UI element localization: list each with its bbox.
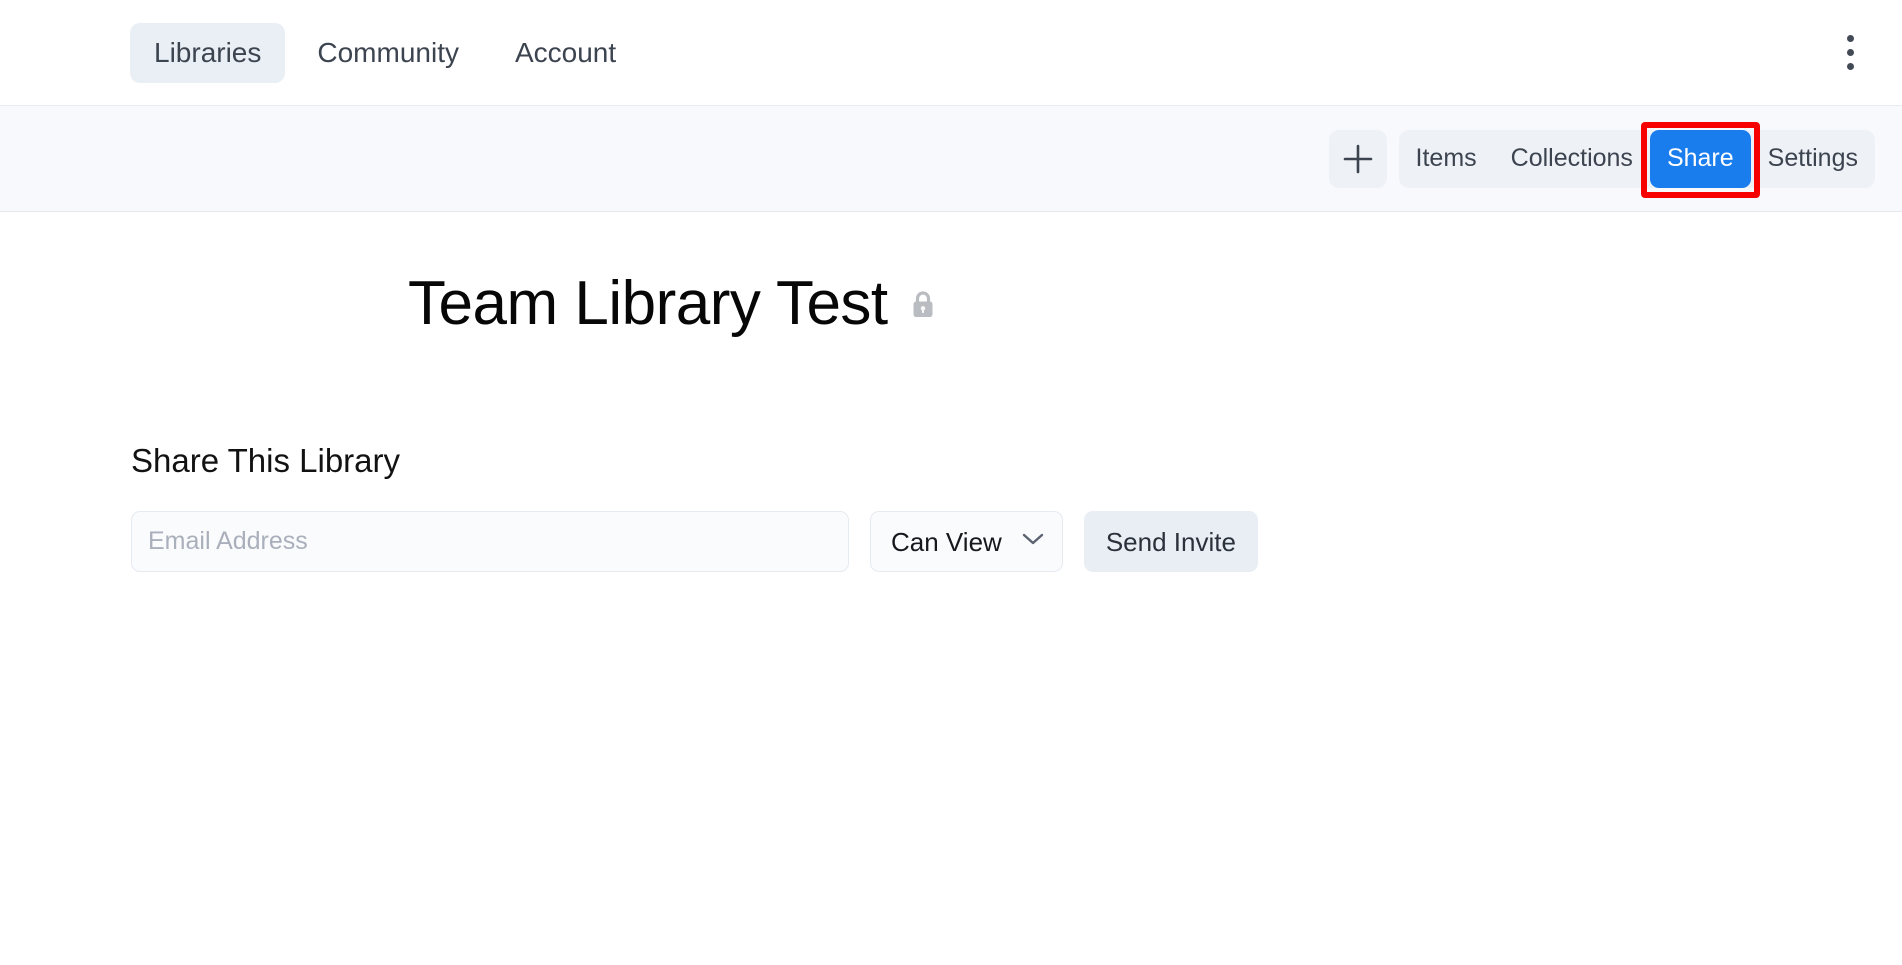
nav-tab-community[interactable]: Community — [293, 23, 483, 83]
toolbar-tab-collections[interactable]: Collections — [1494, 130, 1650, 188]
kebab-dot-1 — [1846, 35, 1854, 42]
toolbar-tab-share-label: Share — [1666, 144, 1734, 172]
kebab-dot-3 — [1846, 63, 1854, 70]
email-input[interactable] — [131, 511, 849, 573]
add-button[interactable] — [1328, 129, 1387, 188]
send-invite-button[interactable]: Send Invite — [1083, 511, 1258, 573]
toolbar-tab-collections-label: Collections — [1510, 144, 1633, 172]
nav-tab-libraries[interactable]: Libraries — [130, 22, 286, 83]
toolbar-tab-items[interactable]: Items — [1399, 130, 1494, 188]
nav-tab-account-label: Account — [514, 36, 617, 68]
share-section-title: Share This Library — [131, 442, 401, 480]
toolbar-tab-settings[interactable]: Settings — [1751, 130, 1875, 188]
chevron-down-icon — [1022, 532, 1044, 551]
nav-tab-libraries-label: Libraries — [154, 36, 262, 68]
permission-select[interactable]: Can View — [870, 511, 1063, 573]
permission-select-value: Can View — [891, 526, 1002, 557]
primary-tabs: Libraries Community Account — [130, 22, 640, 83]
toolbar-controls: Items Collections Share Settings — [1328, 129, 1875, 188]
kebab-menu-icon[interactable] — [1830, 25, 1870, 81]
nav-tab-community-label: Community — [317, 36, 459, 68]
plus-icon — [1341, 142, 1375, 176]
page-title: Team Library Test — [408, 269, 888, 338]
toolbar-tab-share[interactable]: Share — [1649, 129, 1751, 188]
library-toolbar: Items Collections Share Settings — [0, 105, 1902, 212]
share-section: Share This Library Can View Send Invite — [131, 442, 1902, 573]
lock-icon — [910, 290, 936, 325]
toolbar-tab-items-label: Items — [1415, 144, 1477, 172]
kebab-dot-2 — [1846, 49, 1854, 56]
share-invite-form: Can View Send Invite — [131, 511, 1902, 573]
main-content: Team Library Test Share This Library Can… — [0, 269, 1902, 965]
top-navigation-bar: Libraries Community Account — [0, 0, 1902, 105]
toolbar-tab-settings-label: Settings — [1767, 144, 1858, 172]
nav-tab-account[interactable]: Account — [491, 23, 640, 83]
library-section-tabs: Items Collections Share Settings — [1398, 129, 1875, 188]
library-title-row: Team Library Test — [408, 269, 1902, 338]
